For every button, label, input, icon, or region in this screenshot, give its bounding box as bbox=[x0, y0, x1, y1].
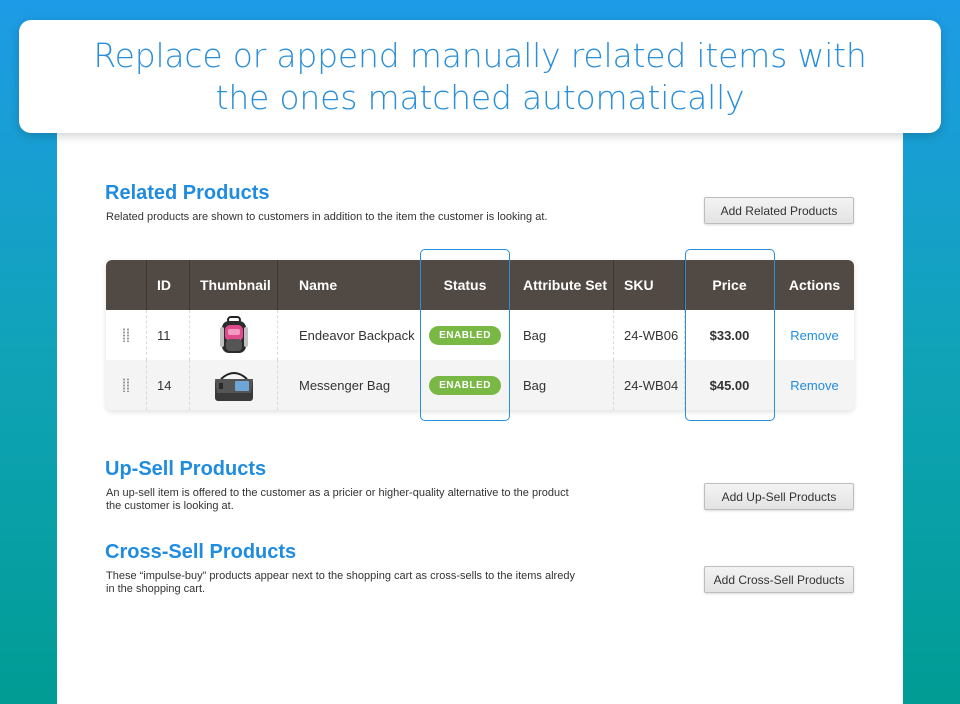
drag-handle[interactable] bbox=[106, 360, 147, 410]
header-actions: Actions bbox=[788, 277, 841, 293]
cell-price: $45.00 bbox=[685, 360, 775, 410]
status-badge: ENABLED bbox=[429, 325, 501, 345]
messenger-bag-icon bbox=[214, 372, 253, 401]
table-row: 11 Endeavor Backpack ENABLED Bag 24-WB06… bbox=[106, 310, 854, 360]
headline-banner: Replace or append manually related items… bbox=[19, 20, 941, 133]
related-products-title: Related Products bbox=[105, 182, 270, 204]
header-drag bbox=[106, 260, 147, 310]
drag-handle[interactable] bbox=[106, 310, 147, 360]
cell-actions: Remove bbox=[775, 310, 854, 360]
headline-line-2: the ones matched automatically bbox=[215, 77, 745, 117]
cell-actions: Remove bbox=[775, 360, 854, 410]
drag-handle-icon bbox=[122, 378, 130, 392]
cell-price: $33.00 bbox=[685, 310, 775, 360]
cell-name: Endeavor Backpack bbox=[278, 310, 421, 360]
drag-handle-icon bbox=[122, 328, 130, 342]
upsell-products-description: An up-sell item is offered to the custom… bbox=[106, 487, 569, 512]
cell-status: ENABLED bbox=[421, 360, 510, 410]
cell-thumbnail bbox=[190, 360, 278, 410]
cell-thumbnail bbox=[190, 310, 278, 360]
header-price[interactable]: Price bbox=[685, 260, 775, 310]
cell-sku: 24-WB04 bbox=[614, 360, 685, 410]
header-id[interactable]: ID bbox=[147, 260, 190, 310]
related-products-grid: ID Thumbnail Name Status Attribute Set S… bbox=[106, 260, 854, 410]
header-thumbnail: Thumbnail bbox=[190, 260, 278, 310]
crosssell-products-title: Cross-Sell Products bbox=[105, 541, 297, 563]
cell-id: 14 bbox=[147, 360, 190, 410]
header-attribute-set[interactable]: Attribute Set bbox=[510, 260, 614, 310]
cell-id: 11 bbox=[147, 310, 190, 360]
cell-attribute-set: Bag bbox=[510, 360, 614, 410]
cell-status: ENABLED bbox=[421, 310, 510, 360]
upsell-products-title: Up-Sell Products bbox=[105, 458, 267, 480]
cell-name: Messenger Bag bbox=[278, 360, 421, 410]
crosssell-products-description: These “impulse-buy” products appear next… bbox=[106, 570, 575, 595]
remove-link[interactable]: Remove bbox=[790, 328, 838, 343]
add-upsell-products-button[interactable]: Add Up-Sell Products bbox=[704, 483, 854, 510]
cell-sku: 24-WB06 bbox=[614, 310, 685, 360]
table-row: 14 Messenger Bag ENABLED Bag 24-WB04 $45… bbox=[106, 360, 854, 410]
related-products-description: Related products are shown to customers … bbox=[106, 211, 548, 223]
grid-header: ID Thumbnail Name Status Attribute Set S… bbox=[106, 260, 854, 310]
status-badge: ENABLED bbox=[429, 375, 501, 395]
headline-text: Replace or append manually related items… bbox=[93, 35, 866, 119]
add-related-products-button[interactable]: Add Related Products bbox=[704, 197, 854, 224]
headline-line-1: Replace or append manually related items… bbox=[93, 35, 867, 75]
remove-link[interactable]: Remove bbox=[790, 378, 838, 393]
backpack-icon bbox=[219, 316, 248, 353]
add-crosssell-products-button[interactable]: Add Cross-Sell Products bbox=[704, 566, 854, 593]
header-sku[interactable]: SKU bbox=[614, 260, 685, 310]
header-name[interactable]: Name bbox=[278, 260, 421, 310]
header-status[interactable]: Status bbox=[421, 260, 510, 310]
cell-attribute-set: Bag bbox=[510, 310, 614, 360]
